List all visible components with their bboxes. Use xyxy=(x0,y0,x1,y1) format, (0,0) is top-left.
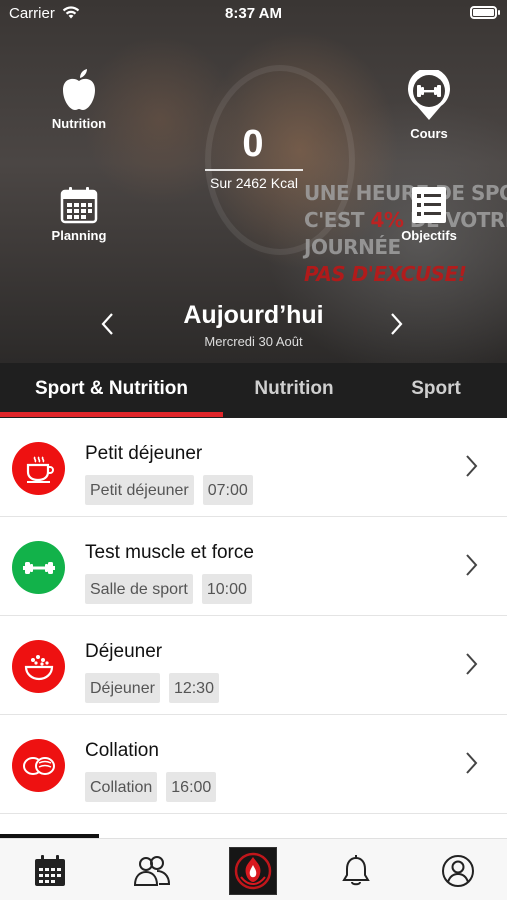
hero-banner: Carrier 8:37 AM Nutrition Cours Planning… xyxy=(0,0,507,363)
item-title: Collation xyxy=(85,740,159,761)
calendar-icon xyxy=(35,855,65,886)
list-item-dejeuner[interactable]: Déjeuner Déjeuner 12:30 xyxy=(0,616,507,715)
dumbbell-pin-icon xyxy=(408,70,450,120)
tab-nutrition[interactable]: Nutrition xyxy=(223,363,365,418)
time-tag: 07:00 xyxy=(202,475,253,505)
kcal-divider xyxy=(205,169,303,171)
category-tag: Déjeuner xyxy=(85,673,160,703)
category-tag: Salle de sport xyxy=(85,574,193,604)
nutrition-button[interactable]: Nutrition xyxy=(34,68,124,131)
nav-home-logo-button[interactable] xyxy=(229,847,277,895)
status-bar: Carrier 8:37 AM xyxy=(0,0,507,28)
nav-community-button[interactable] xyxy=(132,853,172,889)
salad-bowl-icon xyxy=(24,654,53,680)
checklist-icon xyxy=(412,187,446,223)
active-tab-indicator xyxy=(0,412,223,417)
chevron-right-icon xyxy=(466,455,478,477)
nav-profile-button[interactable] xyxy=(438,853,478,889)
list-item-test-muscle[interactable]: Test muscle et force Salle de sport 10:0… xyxy=(0,517,507,616)
poster-line-2-a: C'EST xyxy=(304,208,371,232)
nutrition-label: Nutrition xyxy=(51,116,107,131)
chevron-right-icon xyxy=(466,554,478,576)
nav-calendar-button[interactable] xyxy=(30,853,70,889)
item-title: Déjeuner xyxy=(85,641,163,662)
time-tag: 12:30 xyxy=(168,673,219,703)
objectifs-label: Objectifs xyxy=(401,228,457,243)
list-item-collation[interactable]: Collation Collation 16:00 xyxy=(0,715,507,814)
coffee-cup-icon xyxy=(26,455,54,483)
apple-icon xyxy=(63,69,95,110)
chevron-right-icon xyxy=(466,752,478,774)
next-day-button[interactable] xyxy=(390,312,404,341)
battery-icon xyxy=(470,6,500,19)
category-tag: Petit déjeuner xyxy=(85,475,194,505)
tab-sport[interactable]: Sport xyxy=(365,363,507,418)
flame-logo-icon xyxy=(234,852,272,890)
item-tags: Déjeuner 12:30 xyxy=(85,673,219,703)
chevron-right-icon xyxy=(391,313,403,335)
kcal-target-label: Sur 2462 Kcal xyxy=(210,175,298,191)
app-logo xyxy=(229,847,277,895)
tab-sport-nutrition[interactable]: Sport & Nutrition xyxy=(0,363,223,418)
list-item-partial xyxy=(0,814,507,834)
item-tags: Petit déjeuner 07:00 xyxy=(85,475,253,505)
cours-button[interactable]: Cours xyxy=(384,70,474,141)
cours-label: Cours xyxy=(410,126,448,141)
item-title: Petit déjeuner xyxy=(85,443,203,464)
dumbbell-icon xyxy=(22,561,55,574)
calendar-icon xyxy=(60,187,98,224)
meal-circle xyxy=(12,442,65,495)
nav-notifications-button[interactable] xyxy=(336,853,376,889)
date-title: Aujourd’hui xyxy=(183,301,324,329)
planning-label: Planning xyxy=(51,228,107,243)
category-tag: Collation xyxy=(85,772,158,802)
snack-icon xyxy=(22,756,55,775)
item-title: Test muscle et force xyxy=(85,542,254,563)
users-icon xyxy=(133,856,171,886)
meal-circle xyxy=(12,640,65,693)
activity-list: Petit déjeuner Petit déjeuner 07:00 Test… xyxy=(0,418,507,814)
date-navigator: Aujourd’hui Mercredi 30 Août xyxy=(0,298,507,358)
time-tag: 16:00 xyxy=(166,772,217,802)
clock: 8:37 AM xyxy=(225,5,282,22)
kcal-counter: 0 xyxy=(242,123,264,165)
poster-line-4: PAS D'EXCUSE! xyxy=(304,262,467,286)
bell-icon xyxy=(342,855,370,886)
meal-circle xyxy=(12,739,65,792)
time-tag: 10:00 xyxy=(201,574,252,604)
date-subtitle: Mercredi 30 Août xyxy=(204,334,303,349)
item-tags: Collation 16:00 xyxy=(85,772,217,802)
objectifs-button[interactable]: Objectifs xyxy=(384,186,474,243)
profile-icon xyxy=(442,855,474,887)
planning-button[interactable]: Planning xyxy=(34,186,124,243)
sport-circle xyxy=(12,541,65,594)
list-item-petit-dejeuner[interactable]: Petit déjeuner Petit déjeuner 07:00 xyxy=(0,418,507,517)
chevron-right-icon xyxy=(466,653,478,675)
tab-bar: Sport & Nutrition Nutrition Sport xyxy=(0,363,507,418)
bottom-navigation xyxy=(0,838,507,900)
item-tags: Salle de sport 10:00 xyxy=(85,574,252,604)
